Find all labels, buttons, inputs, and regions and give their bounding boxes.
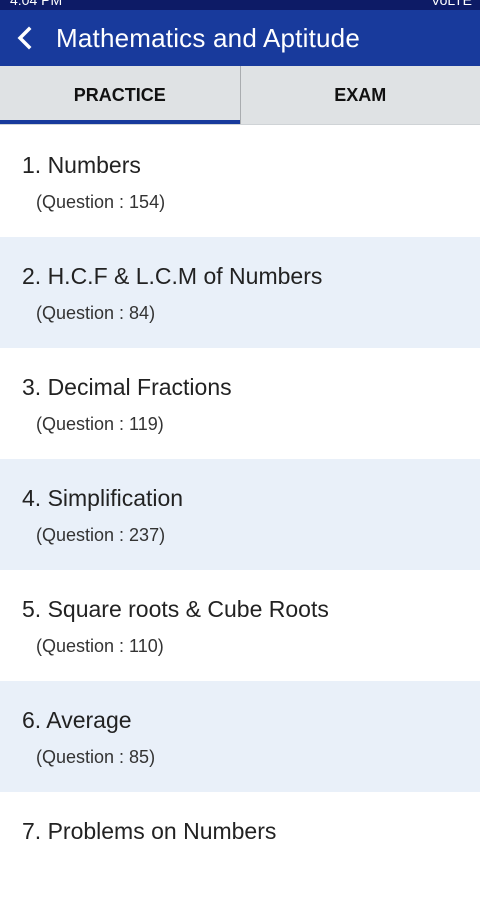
question-count: (Question : 237) bbox=[22, 525, 480, 546]
status-time: 4:04 PM bbox=[10, 0, 62, 8]
topic-title: 5. Square roots & Cube Roots bbox=[22, 596, 480, 622]
question-count: (Question : 154) bbox=[22, 192, 480, 213]
topic-item-problems-on-numbers[interactable]: 7. Problems on Numbers bbox=[0, 792, 480, 903]
status-bar: 4:04 PM VoLTE bbox=[0, 0, 480, 10]
chevron-left-icon bbox=[15, 26, 35, 50]
question-count: (Question : 85) bbox=[22, 747, 480, 768]
topic-item-simplification[interactable]: 4. Simplification (Question : 237) bbox=[0, 459, 480, 570]
tab-bar: PRACTICE EXAM bbox=[0, 66, 480, 125]
status-indicators: VoLTE bbox=[431, 0, 472, 8]
question-count: (Question : 119) bbox=[22, 414, 480, 435]
back-button[interactable] bbox=[0, 10, 50, 66]
tab-exam[interactable]: EXAM bbox=[240, 66, 480, 124]
question-count: (Question : 84) bbox=[22, 303, 480, 324]
topic-title: 4. Simplification bbox=[22, 485, 480, 511]
topic-title: 3. Decimal Fractions bbox=[22, 374, 480, 400]
page-title: Mathematics and Aptitude bbox=[56, 23, 360, 54]
topic-list: 1. Numbers (Question : 154) 2. H.C.F & L… bbox=[0, 126, 480, 903]
topic-title: 2. H.C.F & L.C.M of Numbers bbox=[22, 263, 480, 289]
topic-item-square-cube-roots[interactable]: 5. Square roots & Cube Roots (Question :… bbox=[0, 570, 480, 681]
app-bar: Mathematics and Aptitude bbox=[0, 10, 480, 66]
question-count: (Question : 110) bbox=[22, 636, 480, 657]
topic-item-hcf-lcm[interactable]: 2. H.C.F & L.C.M of Numbers (Question : … bbox=[0, 237, 480, 348]
topic-item-average[interactable]: 6. Average (Question : 85) bbox=[0, 681, 480, 792]
topic-title: 6. Average bbox=[22, 707, 480, 733]
topic-title: 7. Problems on Numbers bbox=[22, 818, 480, 844]
topic-title: 1. Numbers bbox=[22, 152, 480, 178]
topic-item-numbers[interactable]: 1. Numbers (Question : 154) bbox=[0, 126, 480, 237]
topic-item-decimal-fractions[interactable]: 3. Decimal Fractions (Question : 119) bbox=[0, 348, 480, 459]
tab-practice[interactable]: PRACTICE bbox=[0, 66, 240, 124]
